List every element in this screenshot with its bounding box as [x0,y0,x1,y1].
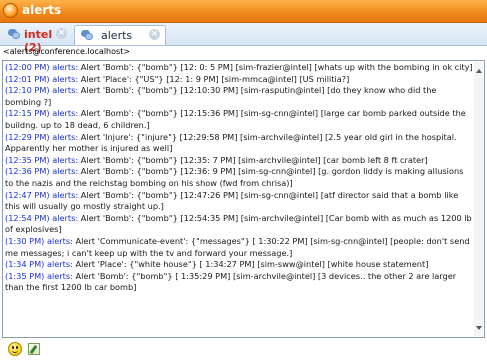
chat-bubbles-icon [8,29,20,40]
message-text: Alert 'Place': {"white house"} [ 1:34:27… [72,259,429,270]
message-text: Alert 'Communicate-event': {"messages"} … [5,235,470,258]
message-row: (12:54 PM) alerts: Alert 'Bomb': {"bomb"… [4,213,474,236]
message-text: Alert 'Bomb': {"bomb"} [12: 0: 5 PM] [si… [78,62,473,72]
message-text: Alert 'Bomb': {"bomb"} [12:35: 7 PM] [si… [78,154,428,165]
message-row: (1:35 PM) alerts: Alert 'Bomb': {"bomb"}… [4,271,474,294]
message-row: (12:00 PM) alerts: Alert 'Bomb': {"bomb"… [4,62,474,74]
scroll-down-icon[interactable] [476,326,482,330]
message-text: Alert 'Bomb': {"bomb"} [ 1:35:29 PM] [si… [5,270,457,293]
message-row: (12:47 PM) alerts: Alert 'Bomb': {"bomb"… [4,190,474,213]
window-titlebar[interactable]: alerts [0,0,487,23]
tab-alerts[interactable]: alerts × [74,25,166,45]
close-icon[interactable]: × [149,29,160,40]
vertical-scrollbar[interactable] [474,62,483,336]
window-title: alerts [22,3,62,17]
message-row: (12:15 PM) alerts: Alert 'Bomb': {"bomb"… [4,108,474,131]
smiley-icon[interactable] [8,342,22,356]
message-row: (12:35 PM) alerts: Alert 'Bomb': {"bomb"… [4,155,474,167]
message-row: (12:01 PM) alerts: Alert 'Place': {"US"}… [4,74,474,86]
message-timestamp: (1:34 PM) alerts: [5,259,73,270]
message-list: (12:00 PM) alerts: Alert 'Bomb': {"bomb"… [4,62,474,336]
tab-bar: intel (2) × alerts × [0,23,487,54]
tab-intel[interactable]: intel (2) × [2,25,70,54]
message-log[interactable]: (12:00 PM) alerts: Alert 'Bomb': {"bomb"… [2,60,485,338]
message-timestamp: (12:01 PM) alerts: [5,73,79,84]
message-timestamp: (1:35 PM) alerts: [5,270,73,281]
message-text: Alert 'Place': {"US"} [12: 1: 9 PM] [sim… [78,73,350,84]
message-timestamp: (12:54 PM) alerts: [5,212,79,223]
message-row: (1:30 PM) alerts: Alert 'Communicate-eve… [4,236,474,259]
input-toolbar [0,338,487,360]
message-timestamp: (12:35 PM) alerts: [5,154,79,165]
chat-bubbles-icon [81,30,93,41]
flame-app-icon [3,3,18,18]
message-timestamp: (12:15 PM) alerts: [5,108,79,119]
message-timestamp: (12:00 PM) alerts: [5,62,79,72]
room-address: <alerts@conference.localhost> [3,47,131,56]
message-timestamp: (12:36 PM) alerts: [5,166,79,177]
tab-alerts-label: alerts [101,29,133,42]
message-timestamp: (1:30 PM) alerts: [5,235,73,246]
message-row: (12:10 PM) alerts: Alert 'Bomb': {"bomb"… [4,85,474,108]
message-row: (12:29 PM) alerts: Alert 'Injure': {"inj… [4,132,474,155]
message-timestamp: (12:29 PM) alerts: [5,131,79,142]
message-row: (12:36 PM) alerts: Alert 'Bomb': {"bomb"… [4,166,474,189]
message-timestamp: (12:47 PM) alerts: [5,189,79,200]
scroll-up-icon[interactable] [476,69,482,73]
close-icon[interactable]: × [56,28,67,39]
message-timestamp: (12:10 PM) alerts: [5,85,79,96]
message-row: (1:34 PM) alerts: Alert 'Place': {"white… [4,259,474,271]
edit-icon[interactable] [28,343,40,355]
